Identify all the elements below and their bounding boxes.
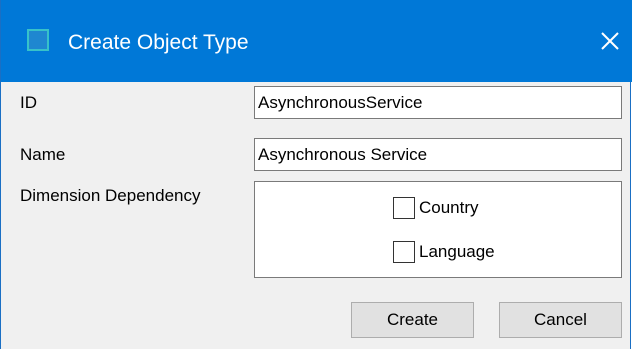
country-checkbox-row[interactable]: Country <box>393 196 479 220</box>
close-icon <box>601 32 619 50</box>
name-label: Name <box>20 145 66 164</box>
id-label: ID <box>20 93 37 112</box>
window-title: Create Object Type <box>68 31 249 54</box>
cancel-button[interactable]: Cancel <box>499 302 622 338</box>
country-checkbox-label[interactable]: Country <box>419 198 479 218</box>
language-checkbox-label[interactable]: Language <box>419 242 495 262</box>
window-icon <box>27 29 49 51</box>
name-field[interactable]: Asynchronous Service <box>254 138 622 171</box>
dimension-dependency-label: Dimension Dependency <box>20 186 201 205</box>
title-bar: Create Object Type <box>1 0 632 82</box>
country-checkbox[interactable] <box>393 197 415 219</box>
language-checkbox-row[interactable]: Language <box>393 240 495 264</box>
create-button[interactable]: Create <box>351 302 474 338</box>
dimension-dependency-list: Country Language <box>254 181 622 278</box>
id-field[interactable]: AsynchronousService <box>254 86 622 119</box>
language-checkbox[interactable] <box>393 241 415 263</box>
close-button[interactable] <box>593 24 627 58</box>
create-object-type-dialog: Create Object Type ID AsynchronousServic… <box>0 0 632 349</box>
